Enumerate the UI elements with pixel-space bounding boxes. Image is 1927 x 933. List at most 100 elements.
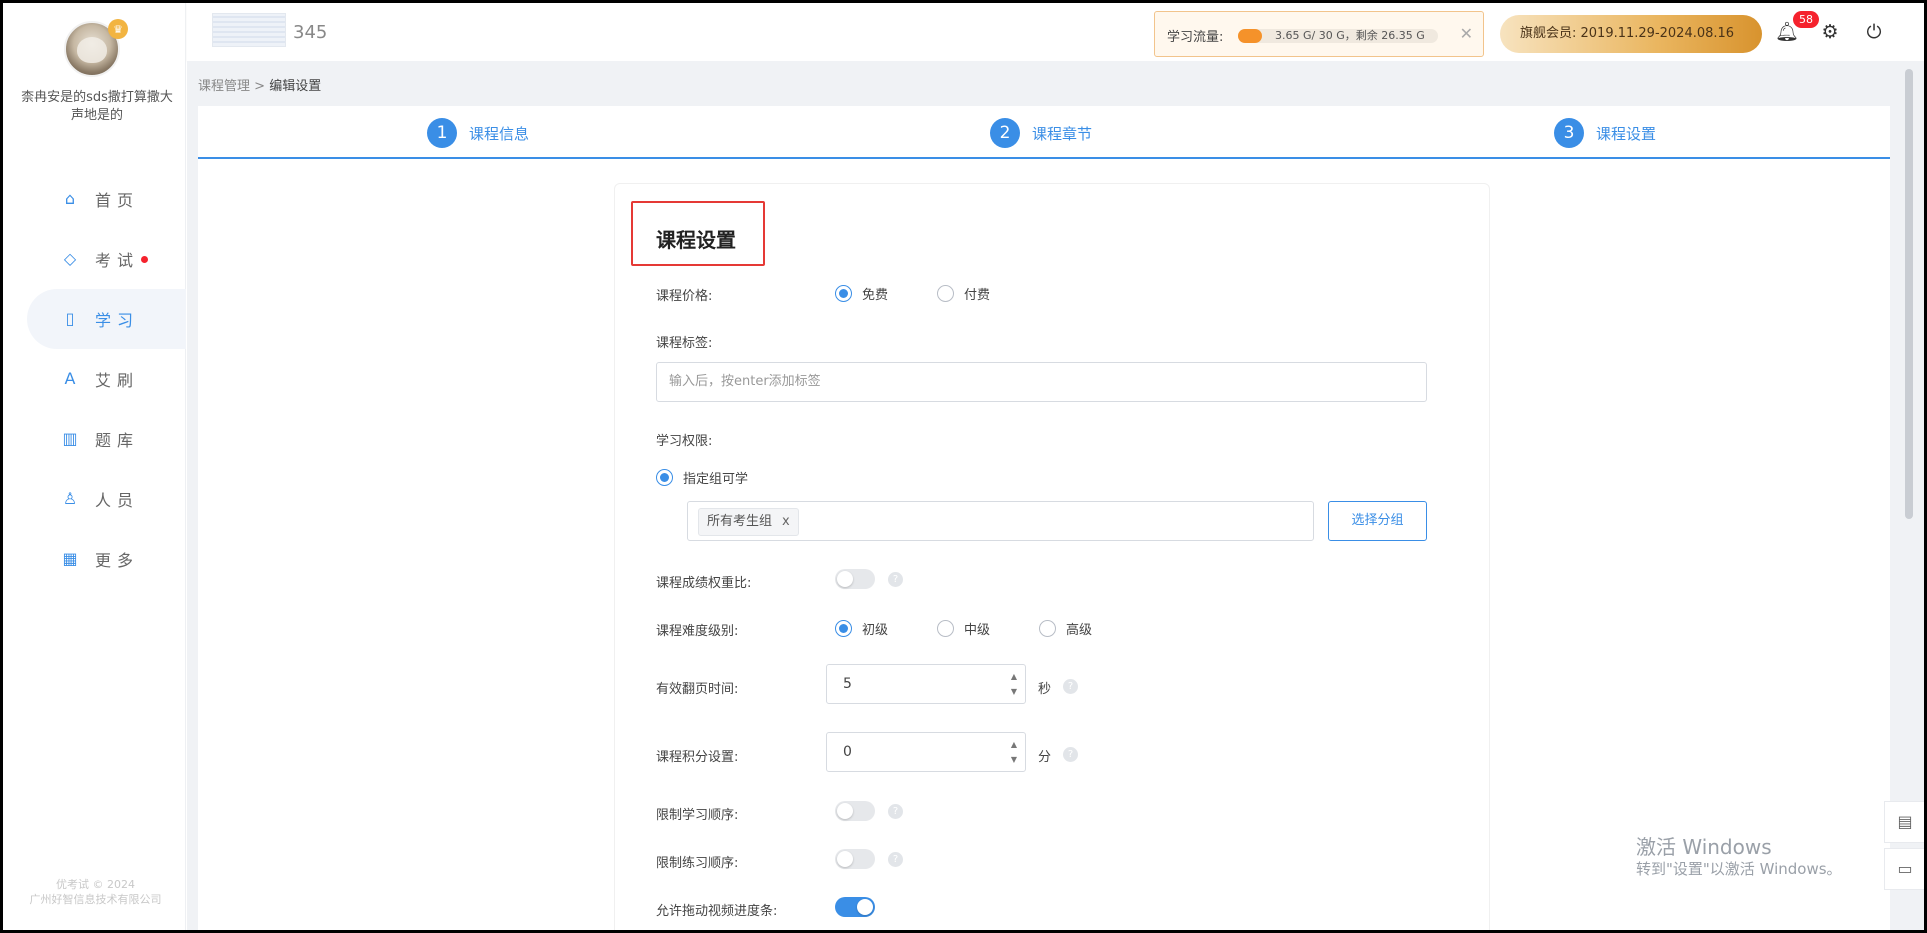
help-icon[interactable]: ? <box>1063 679 1078 694</box>
document-icon[interactable]: ▤ <box>1884 801 1924 843</box>
price-free-radio[interactable]: 免费 <box>835 284 888 303</box>
topbar: 345 学习流量: 3.65 G/ 30 G，剩余 26.35 G ✕ 旗舰会员… <box>187 3 1924 61</box>
radio-circle <box>937 620 954 637</box>
book-icon: ▯ <box>65 309 75 328</box>
page-time-value: 5 <box>843 676 852 692</box>
group-tag: 所有考生组 x <box>698 508 799 536</box>
allow-drag-progress-label: 允许拖动视频进度条: <box>656 904 778 919</box>
home-icon: ⌂ <box>64 189 76 208</box>
difficulty-advanced-radio[interactable]: 高级 <box>1039 619 1092 638</box>
radio-circle <box>937 285 954 302</box>
help-icon[interactable]: ? <box>888 572 903 587</box>
points-label: 课程积分设置: <box>656 750 739 765</box>
app-window: ♛ 柰冉安是的sds撒打算撒大声地是的 ⌂ 首页 ◇ 考试 ▯ 学习 A 艾刷 … <box>0 0 1927 933</box>
select-group-button[interactable]: 选择分组 <box>1328 501 1427 541</box>
chevron-up-icon[interactable]: ▲ <box>1007 669 1021 684</box>
card-title: 课程设置 <box>656 228 736 252</box>
sidebar-item-label: 首页 <box>95 191 140 210</box>
weight-switch[interactable] <box>835 569 875 589</box>
traffic-progress-fill <box>1238 29 1263 43</box>
number-stepper[interactable]: ▲ ▼ <box>1007 737 1021 767</box>
radio-label: 指定组可学 <box>683 472 749 487</box>
number-stepper[interactable]: ▲ ▼ <box>1007 669 1021 699</box>
copyright: 优考试 © 2024 广州好智信息技术有限公司 <box>13 877 178 907</box>
step-number: 2 <box>990 118 1020 148</box>
step-number: 3 <box>1554 118 1584 148</box>
vip-membership-badge[interactable]: 旗舰会员: 2019.11.29-2024.08.16 <box>1500 15 1762 53</box>
tags-label: 课程标签: <box>656 336 713 351</box>
letter-a-icon: A <box>64 369 76 388</box>
breadcrumb-current: 编辑设置 <box>269 79 322 94</box>
sidebar-item-label: 艾刷 <box>95 371 140 390</box>
group-tag-label: 所有考生组 <box>707 514 773 529</box>
help-icon[interactable]: ? <box>888 804 903 819</box>
sidebar-item-aishua[interactable]: A 艾刷 <box>3 349 186 409</box>
step-number: 1 <box>427 118 457 148</box>
radio-label: 高级 <box>1066 623 1093 638</box>
chevron-down-icon[interactable]: ▼ <box>1007 684 1021 699</box>
org-name: 345 <box>293 22 328 43</box>
step-course-info[interactable]: 1 课程信息 <box>427 118 529 148</box>
limit-practice-order-switch[interactable] <box>835 849 875 869</box>
points-unit: 分 <box>1038 750 1052 765</box>
sidebar-item-more[interactable]: ▦ 更多 <box>3 529 186 589</box>
page-time-unit: 秒 <box>1038 682 1052 697</box>
limit-practice-order-label: 限制练习顺序: <box>656 856 739 871</box>
sidebar-item-label: 题库 <box>95 431 140 450</box>
help-icon[interactable]: ? <box>888 852 903 867</box>
sidebar-item-home[interactable]: ⌂ 首页 <box>3 169 186 229</box>
power-icon[interactable]: ⏻ <box>1863 21 1885 43</box>
sidebar-item-exam[interactable]: ◇ 考试 <box>3 229 186 289</box>
difficulty-intermediate-radio[interactable]: 中级 <box>937 619 990 638</box>
remove-tag-icon[interactable]: x <box>782 514 790 529</box>
price-paid-radio[interactable]: 付费 <box>937 284 990 303</box>
permission-group-radio[interactable]: 指定组可学 <box>656 468 748 487</box>
notification-dot <box>141 255 149 263</box>
weight-label: 课程成绩权重比: <box>656 576 752 591</box>
page-time-input[interactable]: 5 ▲ ▼ <box>826 664 1026 704</box>
breadcrumb-parent[interactable]: 课程管理 <box>198 79 250 94</box>
chevron-down-icon[interactable]: ▼ <box>1007 752 1021 767</box>
page-time-label: 有效翻页时间: <box>656 682 739 697</box>
step-course-settings[interactable]: 3 课程设置 <box>1554 118 1656 148</box>
avatar-face <box>77 37 107 63</box>
tags-input[interactable]: 输入后，按enter添加标签 <box>656 362 1427 402</box>
windows-activation-watermark: 激活 Windows 转到"设置"以激活 Windows。 <box>1636 835 1842 879</box>
bar-chart-icon: ▥ <box>62 429 78 448</box>
avatar-container[interactable]: ♛ <box>64 19 128 77</box>
scrollbar-thumb[interactable] <box>1905 69 1913 519</box>
username: 柰冉安是的sds撒打算撒大声地是的 <box>21 90 173 123</box>
copyright-line: 优考试 © 2024 <box>56 878 135 891</box>
sidebar-item-label: 人员 <box>95 491 140 510</box>
chevron-up-icon[interactable]: ▲ <box>1007 737 1021 752</box>
traffic-notice: 学习流量: 3.65 G/ 30 G，剩余 26.35 G ✕ <box>1154 11 1484 57</box>
step-label: 课程章节 <box>1032 124 1093 143</box>
sidebar-item-people[interactable]: ♙ 人员 <box>3 469 186 529</box>
step-bar: 1 课程信息 2 课程章节 3 课程设置 <box>198 106 1890 159</box>
breadcrumb: 课程管理 > 编辑设置 <box>198 75 321 94</box>
gear-icon[interactable]: ⚙ <box>1819 21 1841 43</box>
radio-circle <box>1039 620 1056 637</box>
person-icon: ♙ <box>62 489 78 508</box>
chat-icon[interactable]: ▭ <box>1884 848 1924 890</box>
allow-drag-progress-switch[interactable] <box>835 897 875 917</box>
limit-study-order-switch[interactable] <box>835 801 875 821</box>
radio-circle <box>835 620 852 637</box>
breadcrumb-separator: > <box>254 79 266 94</box>
eraser-icon: ◇ <box>63 249 77 268</box>
help-icon[interactable]: ? <box>1063 747 1078 762</box>
difficulty-beginner-radio[interactable]: 初级 <box>835 619 888 638</box>
course-settings-card: 课程设置 课程价格: 免费 付费 课程标签: 输入后，按enter添加标签 学习… <box>614 183 1490 930</box>
crown-icon: ♛ <box>108 19 128 39</box>
step-course-chapters[interactable]: 2 课程章节 <box>990 118 1092 148</box>
sidebar-item-study[interactable]: ▯ 学习 <box>27 289 186 349</box>
radio-label: 中级 <box>964 623 991 638</box>
points-input[interactable]: 0 ▲ ▼ <box>826 732 1026 772</box>
sidebar-item-question-bank[interactable]: ▥ 题库 <box>3 409 186 469</box>
sidebar-item-label: 学习 <box>95 311 140 330</box>
close-icon[interactable]: ✕ <box>1460 24 1473 43</box>
permission-label: 学习权限: <box>656 434 713 449</box>
traffic-usage-text: 3.65 G/ 30 G，剩余 26.35 G <box>1275 29 1425 42</box>
radio-label: 初级 <box>862 623 889 638</box>
group-select-field[interactable]: 所有考生组 x <box>687 501 1314 541</box>
